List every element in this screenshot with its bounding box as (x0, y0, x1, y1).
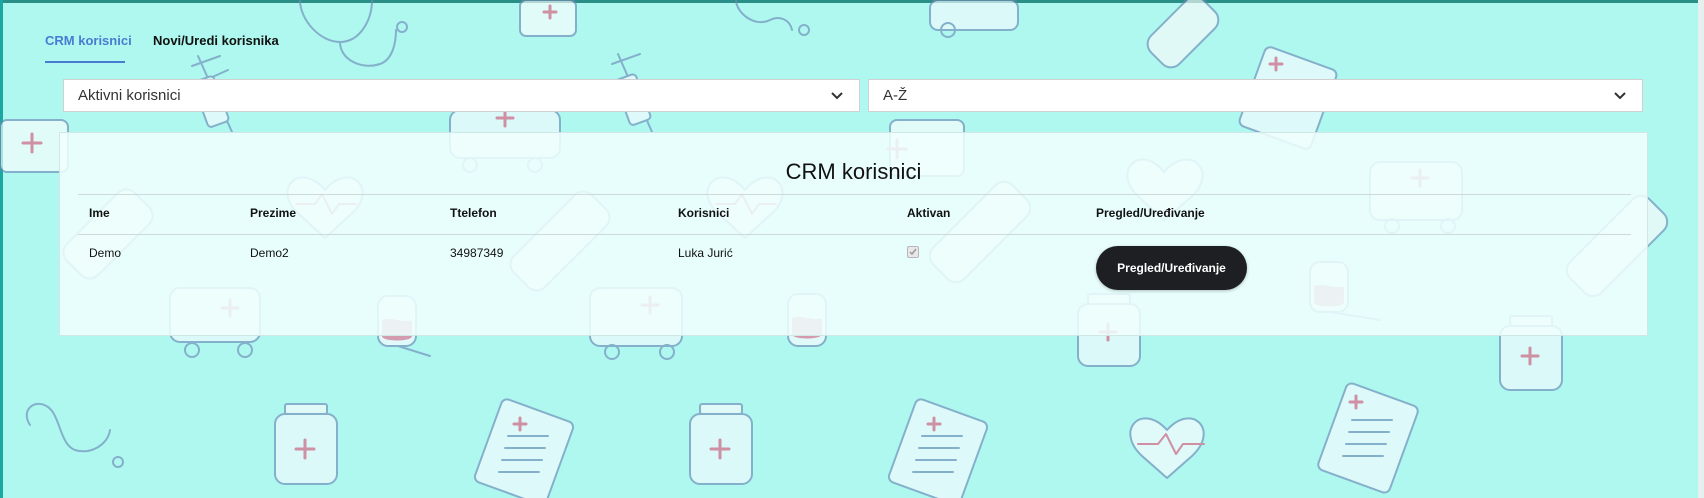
stethoscope-icon (25, 402, 124, 468)
heart-rate-icon (1129, 417, 1205, 479)
cell-telefon: 34987349 (450, 246, 504, 260)
stethoscope-icon (299, 0, 408, 67)
users-panel: CRM korisnici Ime Prezime Ttelefon Koris… (59, 132, 1648, 336)
table-header-divider (78, 194, 1631, 195)
window-left-border (0, 0, 3, 498)
chevron-down-icon (1612, 88, 1628, 104)
status-filter-select[interactable]: Aktivni korisnici (63, 79, 860, 112)
chevron-down-icon (829, 88, 845, 104)
sort-filter-value: A-Ž (883, 87, 908, 104)
medkit-icon (519, 0, 577, 37)
column-header-telefon: Ttelefon (450, 206, 497, 220)
window-top-border (0, 0, 1704, 3)
column-header-prezime: Prezime (250, 206, 297, 220)
clipboard-icon (1317, 382, 1419, 494)
tab-novi-uredi-korisnika[interactable]: Novi/Uredi korisnika (153, 33, 279, 63)
bandage-icon (1146, 0, 1220, 69)
stethoscope-icon (735, 0, 810, 36)
clipboard-icon (473, 398, 575, 498)
column-header-korisnici: Korisnici (678, 206, 730, 220)
view-edit-button[interactable]: Pregled/Uređivanje (1096, 246, 1247, 290)
status-filter-value: Aktivni korisnici (78, 87, 181, 104)
table-row-divider (78, 234, 1631, 235)
cell-korisnici: Luka Jurić (678, 246, 733, 260)
cell-ime: Demo (89, 246, 122, 260)
pill-bottle-icon (274, 403, 338, 485)
column-header-ime: Ime (89, 206, 110, 220)
medkit-icon (0, 119, 69, 173)
panel-title: CRM korisnici (785, 159, 922, 184)
tab-crm-korisnici[interactable]: CRM korisnici (45, 33, 132, 63)
cell-prezime: Demo2 (250, 246, 289, 260)
scrollbar-track[interactable] (1698, 0, 1704, 498)
tab-bar: CRM korisnici Novi/Uredi korisnika (45, 33, 279, 63)
column-header-aktivan: Aktivan (907, 206, 951, 220)
ambulance-icon (929, 0, 1019, 38)
column-header-pregled: Pregled/Uređivanje (1096, 206, 1205, 220)
sort-filter-select[interactable]: A-Ž (868, 79, 1643, 112)
checkmark-icon (909, 248, 917, 256)
clipboard-icon (887, 398, 989, 498)
active-checkbox[interactable] (907, 246, 919, 258)
pill-bottle-icon (689, 403, 753, 485)
